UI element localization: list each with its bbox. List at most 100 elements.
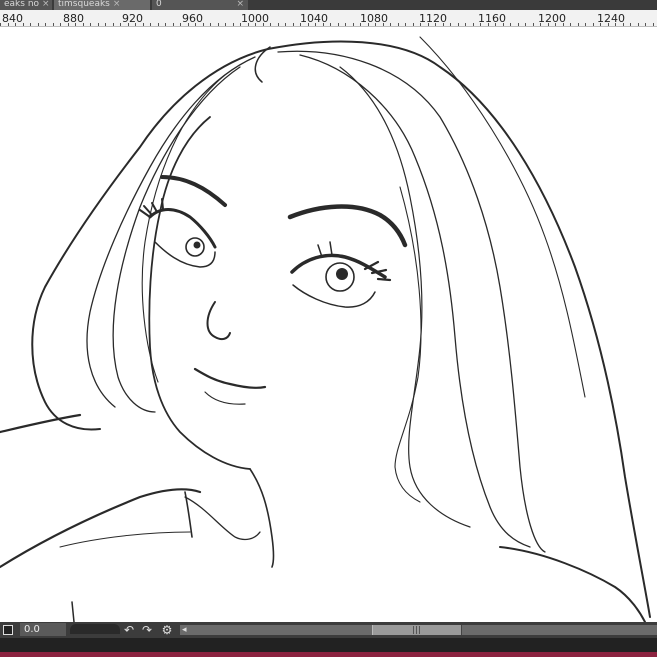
ruler-tick [173, 23, 174, 26]
ruler-tick [540, 23, 541, 26]
ruler-tick [420, 23, 421, 26]
close-tab-icon[interactable]: × [113, 0, 121, 9]
ruler-tick [263, 23, 264, 26]
ruler-tick [473, 23, 474, 26]
ruler-tick [300, 23, 301, 26]
ruler-tick [368, 23, 369, 26]
ruler-tick [165, 23, 166, 26]
ruler-tick [353, 23, 354, 26]
tab-label: eaks no [4, 0, 40, 9]
ruler-tick [593, 23, 594, 26]
ruler-tick [555, 23, 556, 26]
ruler-tick [405, 23, 406, 26]
ruler-tick [518, 23, 519, 26]
ruler-label: 840 [2, 12, 23, 25]
ruler-tick [8, 23, 9, 26]
ruler-tick [68, 23, 69, 26]
tab-label: 0 [156, 0, 162, 9]
zoom-slider[interactable] [70, 624, 120, 634]
ruler-tick [150, 23, 151, 26]
ruler-tick [548, 23, 549, 26]
ruler-tick [308, 23, 309, 26]
ruler-tick [585, 23, 586, 26]
ruler-tick [143, 23, 144, 26]
close-tab-icon[interactable]: × [42, 0, 50, 9]
tab-document-1[interactable]: eaks no × [0, 0, 52, 10]
tab-label: timsqueaks [58, 0, 110, 9]
ruler-label: 960 [182, 12, 203, 25]
ruler-tick [375, 23, 376, 26]
ruler-tick [15, 23, 16, 26]
ruler-tick [570, 23, 571, 26]
ruler-tick [630, 23, 631, 26]
ruler-tick [315, 23, 316, 26]
ruler-tick [30, 23, 31, 26]
ruler-tick [578, 23, 579, 26]
ruler-tick [345, 23, 346, 26]
ruler-tick [38, 23, 39, 26]
ruler-tick [233, 23, 234, 26]
accent-strip [0, 652, 657, 657]
ruler-tick [255, 23, 256, 26]
ruler-tick [338, 23, 339, 26]
canvas-status-bar: 0.0 ↶ ↷ ⚙ ◂ [0, 622, 657, 638]
ruler-tick [113, 23, 114, 26]
ruler-tick [533, 23, 534, 26]
ruler-tick [330, 23, 331, 26]
ruler-tick [465, 23, 466, 26]
ruler-tick [293, 23, 294, 26]
ruler-tick [623, 23, 624, 26]
rotate-icon[interactable]: ⚙ [160, 623, 174, 637]
layer-square-icon[interactable] [3, 625, 13, 635]
ruler-tick [285, 23, 286, 26]
horizontal-ruler: 840 880 920 960 1000 1040 1080 1120 1160… [0, 10, 657, 27]
ruler-tick [443, 23, 444, 26]
ruler-tick [135, 23, 136, 26]
ruler-tick [435, 23, 436, 26]
ruler-tick [75, 23, 76, 26]
tab-document-2[interactable]: timsqueaks × [54, 0, 150, 10]
ruler-tick [60, 23, 61, 26]
undo-icon[interactable]: ↶ [122, 623, 136, 637]
ruler-tick [248, 23, 249, 26]
ruler-tick [83, 23, 84, 26]
ruler-tick [480, 23, 481, 26]
ruler-tick [98, 23, 99, 26]
ruler-tick [128, 23, 129, 26]
ruler-tick [105, 23, 106, 26]
redo-icon[interactable]: ↷ [140, 623, 154, 637]
ruler-tick [203, 23, 204, 26]
ruler-tick [458, 23, 459, 26]
ruler-tick [525, 23, 526, 26]
ruler-tick [390, 23, 391, 26]
horizontal-scrollbar[interactable] [180, 625, 657, 635]
ruler-tick [398, 23, 399, 26]
ruler-tick [510, 23, 511, 26]
close-tab-icon[interactable]: × [236, 0, 244, 9]
scrollbar-thumb[interactable] [372, 625, 462, 635]
ruler-tick [653, 23, 654, 26]
ruler-tick [323, 23, 324, 26]
ruler-tick [608, 23, 609, 26]
document-tab-bar: eaks no × timsqueaks × 0 × [0, 0, 657, 10]
ruler-tick [563, 23, 564, 26]
ruler-tick [503, 23, 504, 26]
drawing-canvas[interactable] [0, 27, 657, 623]
ruler-tick [45, 23, 46, 26]
ruler-label: 920 [122, 12, 143, 25]
ruler-tick [180, 23, 181, 26]
tab-document-3[interactable]: 0 × [152, 0, 248, 10]
ruler-tick [225, 23, 226, 26]
ruler-tick [23, 23, 24, 26]
ruler-tick [188, 23, 189, 26]
ruler-tick [120, 23, 121, 26]
ruler-tick [270, 23, 271, 26]
scroll-left-icon[interactable]: ◂ [182, 625, 190, 635]
ruler-tick [210, 23, 211, 26]
ruler-tick [488, 23, 489, 26]
zoom-value-field[interactable]: 0.0 [20, 623, 66, 636]
ruler-tick [645, 23, 646, 26]
ruler-tick [428, 23, 429, 26]
ruler-label: 1160 [478, 12, 506, 25]
bottom-window-strip [0, 638, 657, 657]
